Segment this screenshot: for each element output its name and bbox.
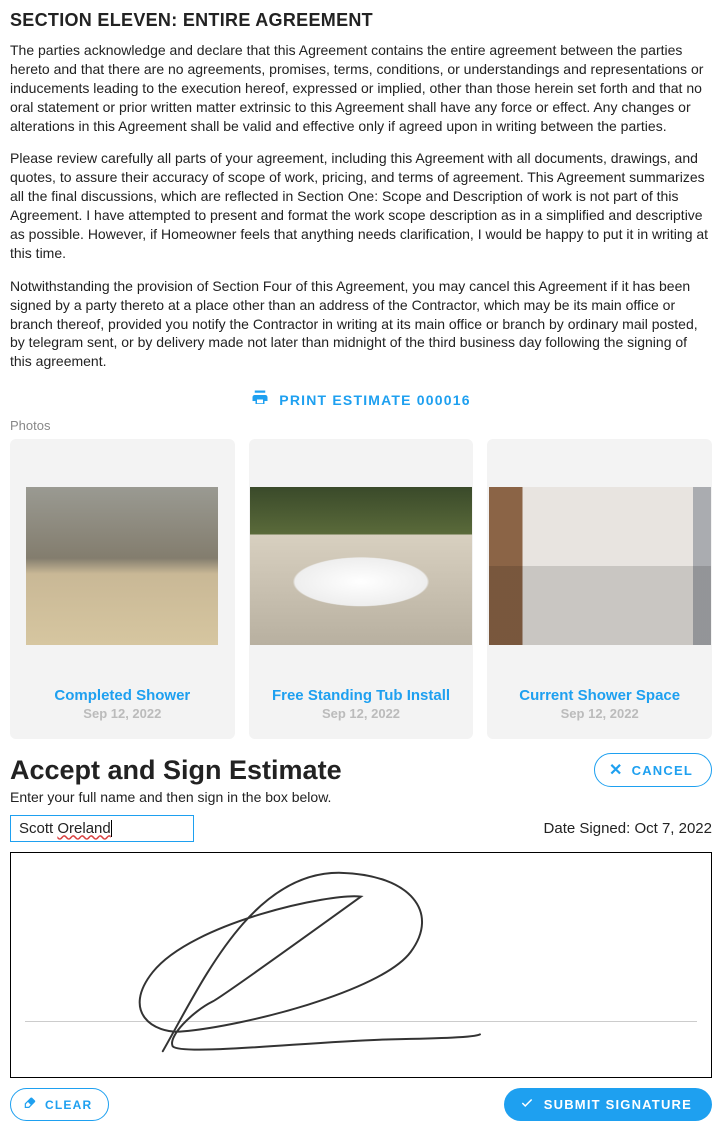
eraser-icon (23, 1096, 37, 1113)
agreement-paragraph-2: Please review carefully all parts of you… (10, 149, 712, 262)
print-estimate-row: PRINT ESTIMATE 000016 (10, 389, 712, 412)
photo-card-free-standing-tub[interactable]: Free Standing Tub Install Sep 12, 2022 (249, 439, 474, 739)
accept-header-row: Accept and Sign Estimate ✕ CANCEL (10, 753, 712, 787)
photo-date: Sep 12, 2022 (561, 706, 639, 721)
agreement-paragraph-1: The parties acknowledge and declare that… (10, 41, 712, 135)
accept-title: Accept and Sign Estimate (10, 755, 342, 786)
photo-card-completed-shower[interactable]: Completed Shower Sep 12, 2022 (10, 439, 235, 739)
photo-card-current-shower-space[interactable]: Current Shower Space Sep 12, 2022 (487, 439, 712, 739)
agreement-paragraph-3: Notwithstanding the provision of Section… (10, 277, 712, 371)
print-estimate-link[interactable]: PRINT ESTIMATE 000016 (251, 389, 470, 410)
signature-box[interactable] (10, 852, 712, 1078)
print-estimate-label: PRINT ESTIMATE 000016 (279, 392, 470, 408)
clear-button[interactable]: CLEAR (10, 1088, 109, 1121)
print-icon (251, 389, 269, 410)
photos-row: Completed Shower Sep 12, 2022 Free Stand… (10, 439, 712, 739)
submit-signature-button[interactable]: SUBMIT SIGNATURE (504, 1088, 712, 1121)
submit-label: SUBMIT SIGNATURE (544, 1097, 692, 1112)
photo-thumbnail (489, 487, 711, 645)
close-icon: ✕ (609, 760, 624, 780)
photo-date: Sep 12, 2022 (322, 706, 400, 721)
photo-thumbnail (250, 487, 472, 645)
photo-title: Completed Shower (54, 687, 190, 704)
section-title: SECTION ELEVEN: ENTIRE AGREEMENT (10, 10, 712, 31)
accept-instruction: Enter your full name and then sign in th… (10, 789, 712, 805)
photo-title: Free Standing Tub Install (272, 687, 450, 704)
clear-label: CLEAR (45, 1098, 92, 1112)
name-date-row: Scott Oreland​ Date Signed: Oct 7, 2022 (10, 815, 712, 842)
cancel-label: CANCEL (632, 763, 693, 778)
photo-title: Current Shower Space (519, 687, 680, 704)
signature-actions-row: CLEAR SUBMIT SIGNATURE (10, 1088, 712, 1121)
full-name-input[interactable]: Scott Oreland​ (10, 815, 194, 842)
signature-stroke (11, 853, 711, 1077)
cancel-button[interactable]: ✕ CANCEL (594, 753, 712, 787)
photo-thumbnail (26, 487, 218, 645)
check-icon (520, 1096, 534, 1113)
photos-label: Photos (10, 418, 712, 433)
date-signed: Date Signed: Oct 7, 2022 (544, 820, 712, 837)
photo-date: Sep 12, 2022 (83, 706, 161, 721)
